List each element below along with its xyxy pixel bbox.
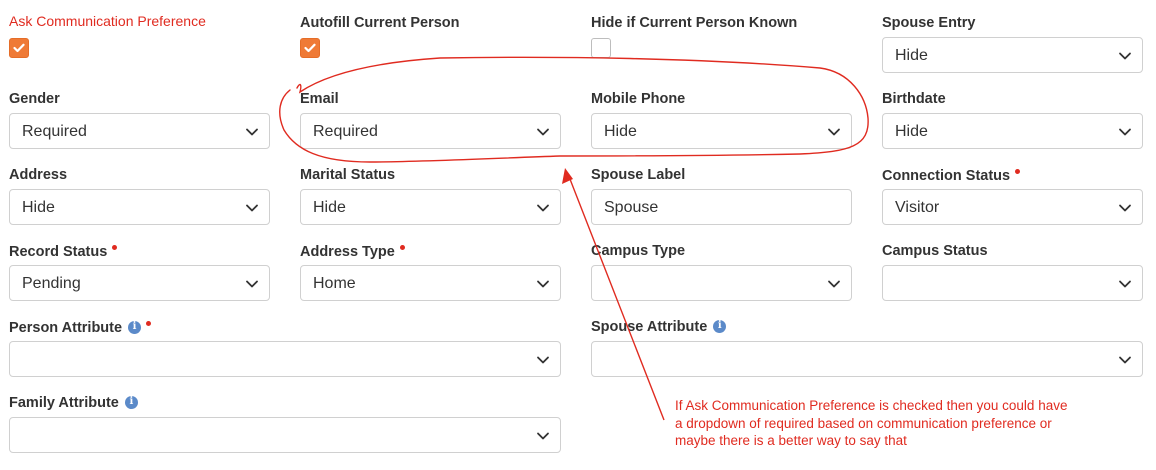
birthdate-select[interactable]: Hide bbox=[882, 113, 1143, 149]
marital-status-label: Marital Status bbox=[300, 167, 396, 183]
family-attribute-select[interactable] bbox=[9, 417, 561, 453]
chevron-down-icon bbox=[537, 356, 549, 364]
address-type-value: Home bbox=[313, 275, 356, 292]
chevron-down-icon bbox=[537, 432, 549, 440]
annotation-line: maybe there is a better way to say that bbox=[675, 433, 907, 448]
family-attribute-label-text: Family Attribute bbox=[9, 395, 119, 411]
required-dot bbox=[399, 245, 405, 250]
address-label: Address bbox=[9, 167, 68, 183]
autofill-current-person-checkbox[interactable] bbox=[300, 38, 320, 58]
marital-status-select[interactable]: Hide bbox=[300, 189, 561, 225]
spouse-label-input[interactable]: Spouse bbox=[591, 189, 852, 225]
spouse-entry-select[interactable]: Hide bbox=[882, 37, 1143, 73]
campus-status-label: Campus Status bbox=[882, 243, 988, 259]
info-icon[interactable]: i bbox=[128, 320, 142, 334]
campus-status-select[interactable] bbox=[882, 265, 1143, 301]
chevron-down-icon bbox=[537, 128, 549, 136]
spouse-attribute-select[interactable] bbox=[591, 341, 1143, 377]
campus-type-select[interactable] bbox=[591, 265, 852, 301]
info-icon[interactable]: i bbox=[124, 395, 138, 409]
connection-status-label-text: Connection Status bbox=[882, 168, 1011, 184]
birthdate-value: Hide bbox=[895, 123, 928, 140]
hide-if-current-person-known-label: Hide if Current Person Known bbox=[591, 15, 798, 31]
connection-status-value: Visitor bbox=[895, 199, 940, 216]
email-value: Required bbox=[313, 123, 378, 140]
annotation-text: If Ask Communication Preference is check… bbox=[675, 397, 1067, 450]
gender-select[interactable]: Required bbox=[9, 113, 270, 149]
check-icon bbox=[13, 43, 25, 53]
record-status-value: Pending bbox=[22, 275, 81, 292]
record-status-label-text: Record Status bbox=[9, 244, 108, 260]
annotation-line: a dropdown of required based on communic… bbox=[675, 415, 1052, 431]
chevron-down-icon bbox=[828, 128, 840, 136]
chevron-down-icon bbox=[1119, 52, 1131, 60]
address-type-label-text: Address Type bbox=[300, 244, 395, 260]
chevron-down-icon bbox=[246, 280, 258, 288]
chevron-down-icon bbox=[537, 204, 549, 212]
chevron-down-icon bbox=[1119, 280, 1131, 288]
ask-communication-preference-label: Ask Communication Preference bbox=[9, 13, 206, 29]
info-icon[interactable]: i bbox=[713, 319, 727, 333]
spouse-entry-value: Hide bbox=[895, 47, 928, 64]
birthdate-label: Birthdate bbox=[882, 91, 946, 107]
campus-type-label: Campus Type bbox=[591, 243, 686, 259]
hide-if-current-person-known-checkbox[interactable] bbox=[591, 38, 611, 58]
check-icon bbox=[304, 43, 316, 53]
person-attribute-select[interactable] bbox=[9, 341, 561, 377]
chevron-down-icon bbox=[1119, 204, 1131, 212]
spouse-attribute-label-text: Spouse Attribute bbox=[591, 319, 708, 335]
spouse-attribute-label: Spouse Attribute i bbox=[591, 318, 727, 336]
chevron-down-icon bbox=[246, 128, 258, 136]
ask-communication-preference-checkbox[interactable] bbox=[9, 38, 29, 58]
address-value: Hide bbox=[22, 199, 55, 216]
address-select[interactable]: Hide bbox=[9, 189, 270, 225]
mobile-phone-label: Mobile Phone bbox=[591, 91, 686, 107]
chevron-down-icon bbox=[537, 280, 549, 288]
chevron-down-icon bbox=[1119, 356, 1131, 364]
chevron-down-icon bbox=[828, 280, 840, 288]
chevron-down-icon bbox=[1119, 128, 1131, 136]
required-dot bbox=[146, 321, 152, 326]
email-select[interactable]: Required bbox=[300, 113, 561, 149]
spouse-label-label: Spouse Label bbox=[591, 167, 686, 183]
autofill-current-person-label: Autofill Current Person bbox=[300, 15, 460, 31]
record-status-select[interactable]: Pending bbox=[9, 265, 270, 301]
person-attribute-label-text: Person Attribute bbox=[9, 320, 123, 336]
record-status-label: Record Status bbox=[9, 243, 118, 261]
mobile-phone-select[interactable]: Hide bbox=[591, 113, 852, 149]
spouse-entry-label: Spouse Entry bbox=[882, 15, 976, 31]
required-dot bbox=[1015, 169, 1021, 174]
gender-value: Required bbox=[22, 123, 87, 140]
required-dot bbox=[112, 245, 118, 250]
spouse-label-value: Spouse bbox=[604, 199, 659, 216]
address-type-select[interactable]: Home bbox=[300, 265, 561, 301]
connection-status-select[interactable]: Visitor bbox=[882, 189, 1143, 225]
person-attribute-label: Person Attribute i bbox=[9, 319, 152, 337]
marital-status-value: Hide bbox=[313, 199, 346, 216]
gender-label: Gender bbox=[9, 91, 60, 107]
address-type-label: Address Type bbox=[300, 243, 405, 261]
mobile-phone-value: Hide bbox=[604, 123, 637, 140]
annotation-line: If Ask Communication Preference is check… bbox=[675, 398, 1068, 413]
chevron-down-icon bbox=[246, 204, 258, 212]
family-attribute-label: Family Attribute i bbox=[9, 394, 138, 412]
email-label: Email bbox=[300, 91, 339, 107]
annotation-arrow-head bbox=[562, 168, 573, 184]
connection-status-label: Connection Status bbox=[882, 167, 1021, 185]
